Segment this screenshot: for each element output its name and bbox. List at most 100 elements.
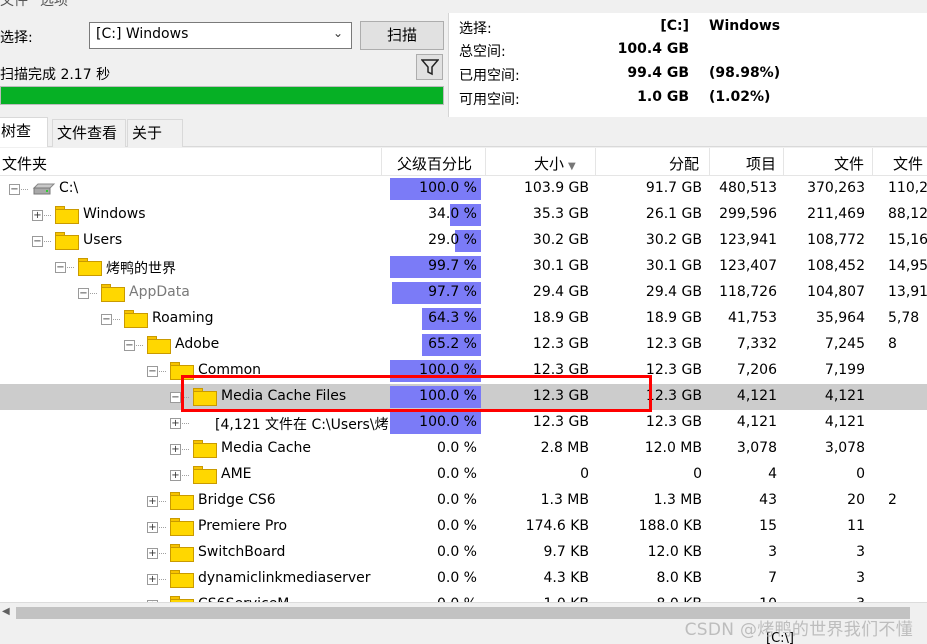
table-row[interactable]: − AppData 97.7 % 29.4 GB 29.4 GB 118,726 104,8…: [0, 280, 927, 306]
folders-cell: 13,91: [888, 284, 927, 300]
table-row[interactable]: + Media Cache 0.0 % 2.8 MB 12.0 MB 3,078 3,078: [0, 436, 927, 462]
files-cell: 7,199: [824, 362, 865, 378]
files-cell: 20: [847, 492, 865, 508]
menu-options[interactable]: 选项: [40, 0, 68, 10]
tab-tree-view[interactable]: 树查看: [0, 117, 48, 166]
col-size[interactable]: 大小 ▼: [534, 153, 576, 173]
items-cell: 3,078: [736, 440, 777, 456]
files-cell: 4,121: [824, 388, 865, 404]
info-value: 1.0 GB: [637, 89, 689, 105]
items-cell: 7: [768, 570, 777, 586]
files-cell: 3: [856, 544, 865, 560]
expand-icon[interactable]: +: [170, 444, 181, 455]
table-row[interactable]: + Windows 34.0 % 35.3 GB 26.1 GB 299,596 211,4…: [0, 202, 927, 228]
items-cell: 123,941: [719, 232, 777, 248]
scan-button[interactable]: 扫描: [360, 21, 444, 50]
size-cell: 29.4 GB: [532, 284, 589, 300]
expand-icon[interactable]: +: [147, 548, 158, 559]
col-folders[interactable]: 文件: [893, 153, 923, 173]
menu-file[interactable]: 文件: [0, 0, 28, 10]
allocated-cell: 12.3 GB: [645, 414, 702, 430]
collapse-icon[interactable]: −: [147, 366, 158, 377]
table-row[interactable]: − Common 100.0 % 12.3 GB 12.3 GB 7,206 7,199: [0, 358, 927, 384]
table-row[interactable]: + Premiere Pro 0.0 % 174.6 KB 188.0 KB 15 11: [0, 514, 927, 540]
table-row[interactable]: − C:\ 100.0 % 103.9 GB 91.7 GB 480,513 370,263…: [0, 176, 927, 202]
collapse-icon[interactable]: −: [55, 262, 66, 273]
collapse-icon[interactable]: −: [78, 288, 89, 299]
col-items[interactable]: 项目: [746, 153, 776, 173]
col-folder[interactable]: 文件夹: [2, 153, 47, 173]
drive-select[interactable]: [C:] Windows ⌄: [89, 22, 352, 49]
collapse-icon[interactable]: −: [9, 184, 20, 195]
parent-percent-cell: 0.0 %: [390, 438, 481, 460]
expand-icon[interactable]: +: [170, 470, 181, 481]
info-value: 99.4 GB: [627, 65, 689, 81]
folder-name: Bridge CS6: [198, 492, 276, 508]
files-cell: 11: [847, 518, 865, 534]
folder-icon: [170, 570, 194, 588]
expand-icon[interactable]: +: [32, 210, 43, 221]
parent-percent-cell: 0.0 %: [390, 490, 481, 512]
allocated-cell: 91.7 GB: [645, 180, 702, 196]
table-row[interactable]: + AME 0.0 % 0 0 4 0: [0, 462, 927, 488]
percent-text: 0.0 %: [436, 570, 477, 586]
sort-desc-icon: ▼: [568, 161, 576, 172]
collapse-icon[interactable]: −: [101, 314, 112, 325]
table-row[interactable]: + Bridge CS6 0.0 % 1.3 MB 1.3 MB 43 20 2: [0, 488, 927, 514]
items-cell: 4,121: [736, 414, 777, 430]
col-files[interactable]: 文件: [834, 153, 864, 173]
folder-icon: [55, 206, 79, 224]
percent-text: 34.0 %: [428, 206, 477, 222]
size-cell: 174.6 KB: [525, 518, 589, 534]
table-row[interactable]: +CS6ServiceM0.0 %1.0 KB8.0 KB103: [0, 592, 927, 602]
files-cell: 370,263: [807, 180, 865, 196]
folder-icon: [170, 492, 194, 510]
folder-icon: [101, 284, 125, 302]
folder-name: Windows: [83, 206, 146, 222]
info-value: [C:]: [660, 18, 689, 34]
size-cell: 12.3 GB: [532, 362, 589, 378]
table-row[interactable]: − Roaming 64.3 % 18.9 GB 18.9 GB 41,753 35,964…: [0, 306, 927, 332]
col-allocated[interactable]: 分配: [669, 153, 699, 173]
percent-text: 0.0 %: [436, 440, 477, 456]
filter-button[interactable]: [416, 54, 443, 80]
scroll-left-icon[interactable]: ◀: [2, 606, 10, 617]
table-row[interactable]: + dynamiclinkmediaserver 0.0 % 4.3 KB 8.0 KB…: [0, 566, 927, 592]
table-row[interactable]: − Adobe 65.2 % 12.3 GB 12.3 GB 7,332 7,245 8: [0, 332, 927, 358]
drive-icon: [32, 183, 56, 195]
folder-name: Users: [83, 232, 123, 248]
folder-icon: [55, 232, 79, 250]
table-row[interactable]: − Media Cache Files 100.0 % 12.3 GB 12.3 GB 4…: [0, 384, 927, 410]
size-cell: 18.9 GB: [532, 310, 589, 326]
collapse-icon[interactable]: −: [170, 392, 181, 403]
parent-percent-cell: 99.7 %: [390, 256, 481, 278]
percent-text: 29.0 %: [428, 232, 477, 248]
col-parent-percent[interactable]: 父级百分比: [397, 153, 472, 173]
table-row[interactable]: + SwitchBoard 0.0 % 9.7 KB 12.0 KB 3 3: [0, 540, 927, 566]
tab-about[interactable]: 关于: [127, 119, 183, 147]
tab-file-view[interactable]: 文件查看: [52, 119, 126, 147]
size-cell: 12.3 GB: [532, 414, 589, 430]
percent-text: 100.0 %: [419, 180, 477, 196]
info-key: 可用空间:: [459, 92, 520, 108]
items-cell: 4: [768, 466, 777, 482]
collapse-icon[interactable]: −: [32, 236, 43, 247]
parent-percent-cell: 65.2 %: [390, 334, 481, 356]
files-cell: 104,807: [807, 284, 865, 300]
info-key: 已用空间:: [459, 68, 520, 84]
items-cell: 15: [759, 518, 777, 534]
expand-icon[interactable]: +: [147, 496, 158, 507]
expand-icon[interactable]: +: [170, 418, 181, 429]
expand-icon[interactable]: +: [147, 574, 158, 585]
drive-select-value: [C:] Windows: [96, 26, 189, 42]
expand-icon[interactable]: +: [147, 522, 158, 533]
select-label: 选择:: [0, 30, 33, 46]
info-row: 总空间: 100.4 GB: [459, 41, 927, 63]
collapse-icon[interactable]: −: [124, 340, 135, 351]
table-row[interactable]: − 烤鸭的世界 99.7 % 30.1 GB 30.1 GB 123,407 108,452…: [0, 254, 927, 280]
table-row[interactable]: − Users 29.0 % 30.2 GB 30.2 GB 123,941 108,772…: [0, 228, 927, 254]
percent-text: 0.0 %: [436, 518, 477, 534]
info-extra: (1.02%): [709, 89, 771, 105]
table-row[interactable]: + [4,121 文件在 C:\Users\烤 100.0 % 12.3 GB 12.3…: [0, 410, 927, 436]
folders-cell: 5,78: [888, 310, 920, 326]
